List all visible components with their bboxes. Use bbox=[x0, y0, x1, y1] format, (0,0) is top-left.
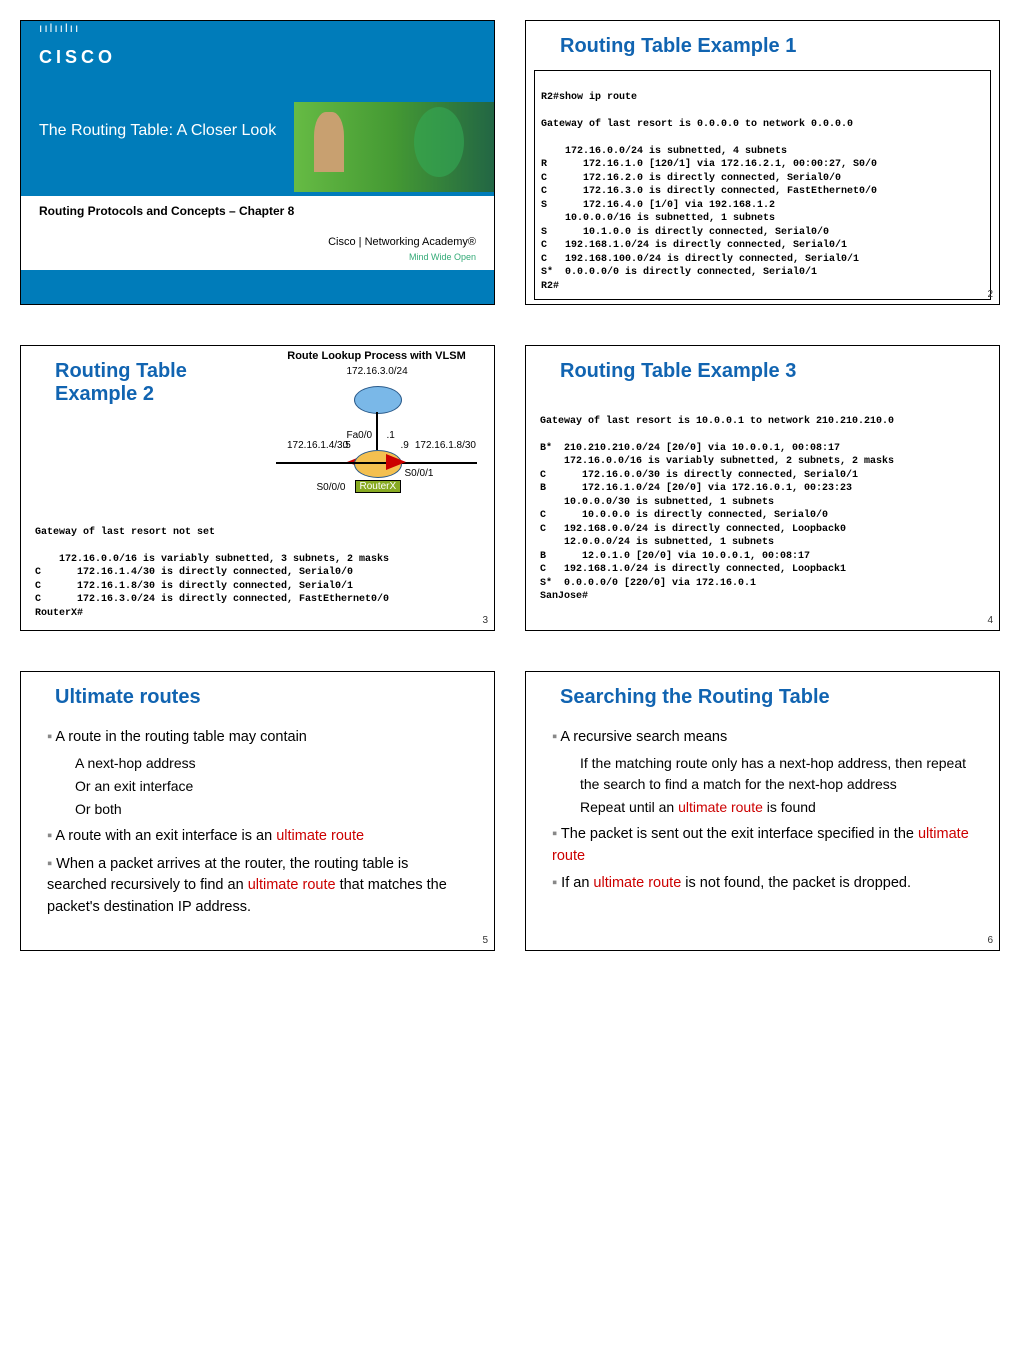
bullet: If an ultimate route is not found, the p… bbox=[552, 873, 973, 895]
route-line: R2# bbox=[541, 281, 559, 292]
route-line: C 172.16.3.0 is directly connected, Fast… bbox=[541, 186, 877, 197]
slide-heading: Routing Table Example 2 bbox=[21, 346, 259, 502]
gateway-line: Gateway of last resort not set bbox=[35, 527, 215, 538]
route-line: S 10.1.0.0 is directly connected, Serial… bbox=[541, 227, 829, 238]
slide-subtitle: Routing Protocols and Concepts – Chapter… bbox=[39, 204, 476, 218]
slide-2: Routing Table Example 1 R2#show ip route… bbox=[525, 20, 1000, 305]
cisco-logo-text: CISCO bbox=[21, 35, 494, 72]
bullet: A route in the routing table may contain bbox=[47, 727, 468, 749]
route-line: B* 210.210.210.0/24 [20/0] via 10.0.0.1,… bbox=[540, 443, 840, 454]
terminal-output: Gateway of last resort is 10.0.0.1 to ne… bbox=[534, 395, 991, 610]
router-icon bbox=[354, 386, 402, 414]
title-image bbox=[294, 102, 494, 192]
route-line: S 172.16.4.0 [1/0] via 192.168.1.2 bbox=[541, 200, 775, 211]
page-number: 5 bbox=[482, 935, 488, 946]
sub-bullet: A next-hop address bbox=[75, 753, 468, 774]
route-line: C 192.168.100.0/24 is directly connected… bbox=[541, 254, 859, 265]
slide-3: Routing Table Example 2 Route Lookup Pro… bbox=[20, 345, 495, 631]
if-label: S0/0/0 bbox=[317, 482, 346, 493]
route-line: B 172.16.1.0/24 [20/0] via 172.16.0.1, 0… bbox=[540, 483, 852, 494]
route-line: 10.0.0.0/16 is subnetted, 1 subnets bbox=[541, 213, 775, 224]
if-label: .5 bbox=[343, 440, 351, 451]
route-line: 172.16.0.0/24 is subnetted, 4 subnets bbox=[541, 146, 787, 157]
bullet: A recursive search means bbox=[552, 727, 973, 749]
if-label: S0/0/1 bbox=[405, 468, 434, 479]
slide-grid: ıılıılıı CISCO The Routing Table: A Clos… bbox=[20, 20, 1000, 951]
route-line: S* 0.0.0.0/0 is directly connected, Seri… bbox=[541, 267, 817, 278]
slide-1: ıılıılıı CISCO The Routing Table: A Clos… bbox=[20, 20, 495, 305]
net-label: 172.16.1.8/30 bbox=[415, 440, 476, 451]
gateway-line: Gateway of last resort is 0.0.0.0 to net… bbox=[541, 119, 853, 130]
route-line: C 172.16.2.0 is directly connected, Seri… bbox=[541, 173, 841, 184]
route-line: C 192.168.1.0/24 is directly connected, … bbox=[540, 564, 846, 575]
cisco-logo-bars: ıılıılıı bbox=[21, 21, 494, 35]
diagram-title: Route Lookup Process with VLSM bbox=[259, 346, 494, 362]
key-term: ultimate route bbox=[678, 799, 763, 815]
bullet: When a packet arrives at the router, the… bbox=[47, 854, 468, 919]
page-number: 4 bbox=[987, 615, 993, 626]
route-line: 12.0.0.0/24 is subnetted, 1 subnets bbox=[540, 537, 774, 548]
slide-5: Ultimate routes A route in the routing t… bbox=[20, 671, 495, 951]
route-line: R 172.16.1.0 [120/1] via 172.16.2.1, 00:… bbox=[541, 159, 877, 170]
slide-heading: Routing Table Example 1 bbox=[526, 21, 999, 66]
if-label: .9 bbox=[401, 440, 409, 451]
route-line: C 192.168.1.0/24 is directly connected, … bbox=[541, 240, 847, 251]
key-term: ultimate route bbox=[248, 877, 336, 893]
page-number: 2 bbox=[987, 289, 993, 300]
gateway-line: Gateway of last resort is 10.0.0.1 to ne… bbox=[540, 416, 894, 427]
terminal-output: R2#show ip route Gateway of last resort … bbox=[534, 70, 991, 300]
page-number: 3 bbox=[482, 615, 488, 626]
route-line: C 172.16.0.0/30 is directly connected, S… bbox=[540, 470, 858, 481]
if-label: .1 bbox=[387, 430, 395, 441]
sub-bullet: Repeat until an ultimate route is found bbox=[580, 797, 973, 818]
bullet: The packet is sent out the exit interfac… bbox=[552, 824, 973, 868]
route-line: C 10.0.0.0 is directly connected, Serial… bbox=[540, 510, 828, 521]
bullet: A route with an exit interface is an ult… bbox=[47, 826, 468, 848]
route-line: C 172.16.1.4/30 is directly connected, S… bbox=[35, 567, 353, 578]
slide-heading: Routing Table Example 3 bbox=[526, 346, 999, 391]
key-term: ultimate route bbox=[593, 875, 681, 891]
slide-title: The Routing Table: A Closer Look bbox=[21, 102, 294, 192]
sub-bullet: Or an exit interface bbox=[75, 776, 468, 797]
terminal-output: Gateway of last resort not set 172.16.0.… bbox=[29, 506, 486, 626]
key-term: ultimate route bbox=[276, 828, 364, 844]
academy-label: Cisco | Networking Academy® bbox=[21, 226, 494, 252]
route-line: RouterX# bbox=[35, 608, 83, 619]
route-line: C 192.168.0.0/24 is directly connected, … bbox=[540, 524, 846, 535]
route-line: B 12.0.1.0 [20/0] via 10.0.0.1, 00:08:17 bbox=[540, 551, 810, 562]
net-label: 172.16.3.0/24 bbox=[347, 366, 408, 377]
route-line: 172.16.0.0/16 is variably subnetted, 3 s… bbox=[35, 554, 389, 565]
slide-heading: Ultimate routes bbox=[21, 672, 494, 717]
slide-heading: Searching the Routing Table bbox=[526, 672, 999, 717]
route-line: 10.0.0.0/30 is subnetted, 1 subnets bbox=[540, 497, 774, 508]
route-line: C 172.16.3.0/24 is directly connected, F… bbox=[35, 594, 389, 605]
route-line: 172.16.0.0/16 is variably subnetted, 2 s… bbox=[540, 456, 894, 467]
sub-bullet: Or both bbox=[75, 799, 468, 820]
router-name: RouterX bbox=[355, 480, 402, 493]
arrow-icon bbox=[386, 454, 406, 470]
net-label: 172.16.1.4/30 bbox=[287, 440, 348, 451]
academy-tagline: Mind Wide Open bbox=[21, 252, 494, 270]
route-line: C 172.16.1.8/30 is directly connected, S… bbox=[35, 581, 353, 592]
slide-4: Routing Table Example 3 Gateway of last … bbox=[525, 345, 1000, 631]
network-diagram: 172.16.3.0/24 Fa0/0 .1 172.16.1.4/30 172… bbox=[267, 362, 486, 502]
page-number: 6 bbox=[987, 935, 993, 946]
route-line: S* 0.0.0.0/0 [220/0] via 172.16.0.1 bbox=[540, 578, 756, 589]
cmd-prompt: R2#show ip route bbox=[541, 92, 637, 103]
slide-6: Searching the Routing Table A recursive … bbox=[525, 671, 1000, 951]
sub-bullet: If the matching route only has a next-ho… bbox=[580, 753, 973, 795]
route-line: SanJose# bbox=[540, 591, 588, 602]
